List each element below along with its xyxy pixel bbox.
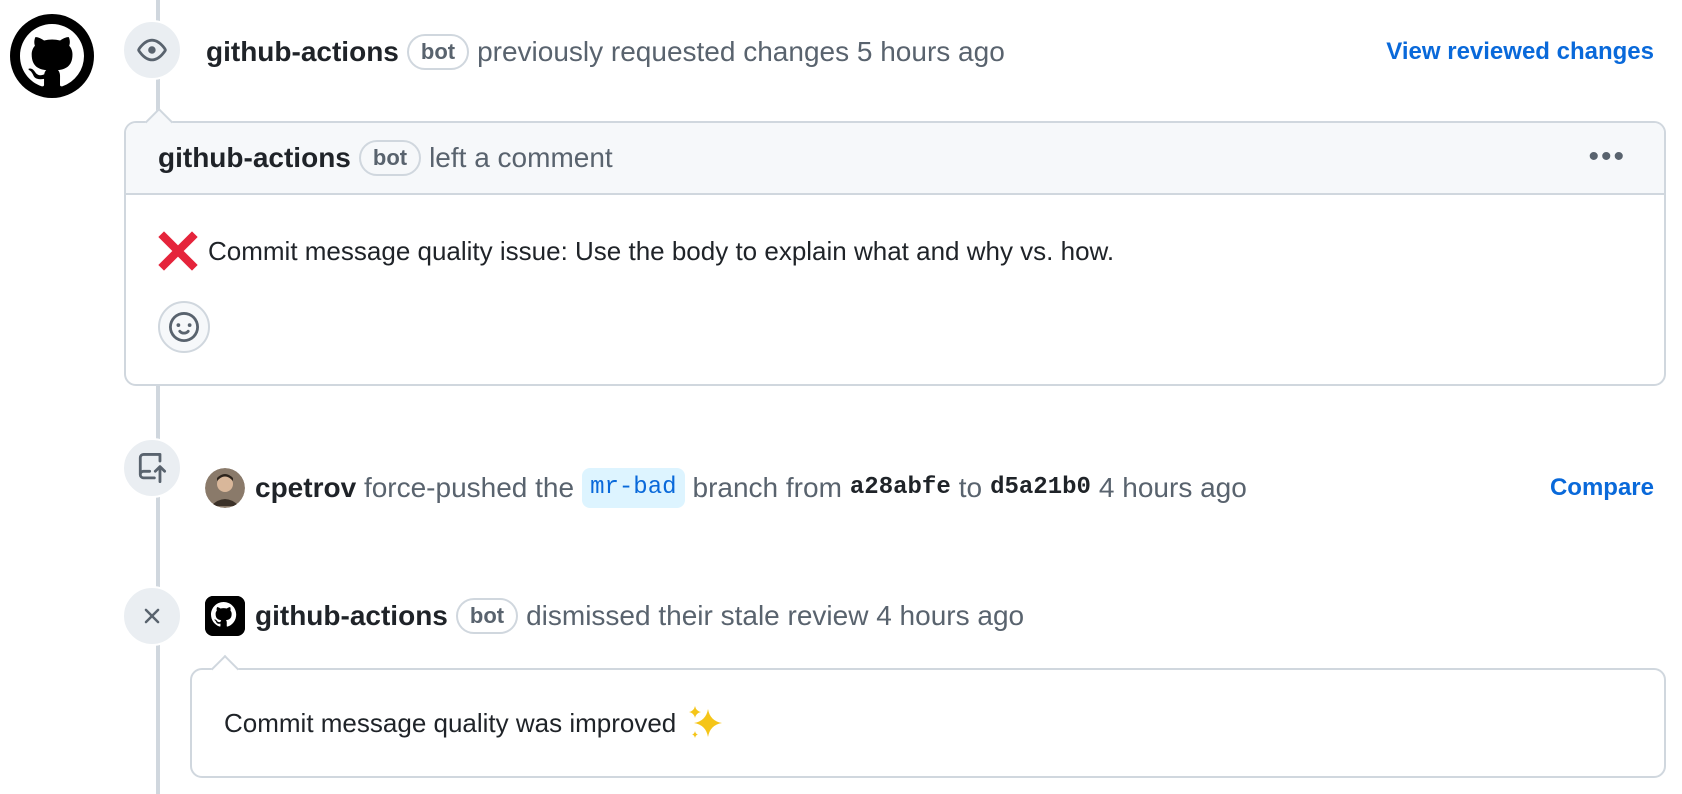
bot-label: bot — [358, 140, 422, 176]
review-comment-body: Commit message quality issue: Use the bo… — [126, 195, 1664, 271]
dismiss-event-row: github-actions bot dismissed their stale… — [205, 596, 1024, 636]
review-comment-action: left a comment — [429, 142, 613, 173]
dismiss-message-box: Commit message quality was improved — [190, 668, 1666, 778]
sparkles-icon — [689, 706, 723, 738]
force-push-action-prefix: force-pushed the — [363, 472, 575, 503]
review-comment-author[interactable]: github-actions — [158, 142, 351, 174]
review-comment-text: Commit message quality issue: Use the bo… — [208, 236, 1115, 266]
view-reviewed-changes-link[interactable]: View reviewed changes — [1386, 38, 1654, 66]
pr-timeline: github-actions bot previously requested … — [0, 0, 1682, 794]
github-actions-avatar[interactable] — [10, 14, 94, 98]
smiley-icon — [169, 312, 199, 342]
review-event-row: github-actions bot previously requested … — [206, 34, 1005, 70]
bot-label: bot — [455, 598, 519, 634]
force-push-time[interactable]: 4 hours ago — [1099, 470, 1247, 506]
review-comment-header: github-actions bot left a comment ••• — [126, 123, 1664, 195]
review-comment-box: github-actions bot left a comment ••• Co… — [124, 121, 1666, 386]
eye-icon — [137, 38, 167, 62]
compare-link[interactable]: Compare — [1550, 474, 1654, 502]
review-event-time[interactable]: 5 hours ago — [857, 34, 1005, 70]
to-sha[interactable]: d5a21b0 — [990, 470, 1091, 506]
eye-badge — [122, 20, 182, 80]
review-event-author[interactable]: github-actions — [206, 34, 399, 70]
add-reaction-button[interactable] — [158, 301, 210, 353]
red-x-icon — [158, 231, 198, 271]
cpetrov-avatar[interactable] — [205, 468, 245, 508]
bot-label: bot — [406, 34, 470, 70]
kebab-horizontal-icon[interactable]: ••• — [1588, 142, 1626, 172]
push-badge — [122, 438, 182, 498]
github-mark-icon — [20, 24, 84, 87]
dismiss-event-time[interactable]: 4 hours ago — [876, 598, 1024, 634]
repo-push-icon — [138, 453, 167, 483]
force-push-author[interactable]: cpetrov — [255, 470, 356, 506]
to-word: to — [958, 472, 983, 503]
review-event-action: previously requested changes — [477, 36, 850, 67]
force-push-action-mid: branch from — [692, 472, 842, 503]
dismiss-badge — [122, 586, 182, 646]
dismiss-message-text: Commit message quality was improved — [224, 707, 677, 738]
branch-name[interactable]: mr-bad — [582, 468, 685, 508]
from-sha[interactable]: a28abfe — [850, 470, 951, 506]
force-push-row: cpetrov force-pushed the mr-bad branch f… — [205, 468, 1247, 508]
dismiss-event-author[interactable]: github-actions — [255, 598, 448, 634]
github-actions-small-avatar[interactable] — [205, 596, 245, 636]
dismiss-event-action: dismissed their stale review — [526, 600, 869, 631]
x-icon — [144, 608, 160, 624]
